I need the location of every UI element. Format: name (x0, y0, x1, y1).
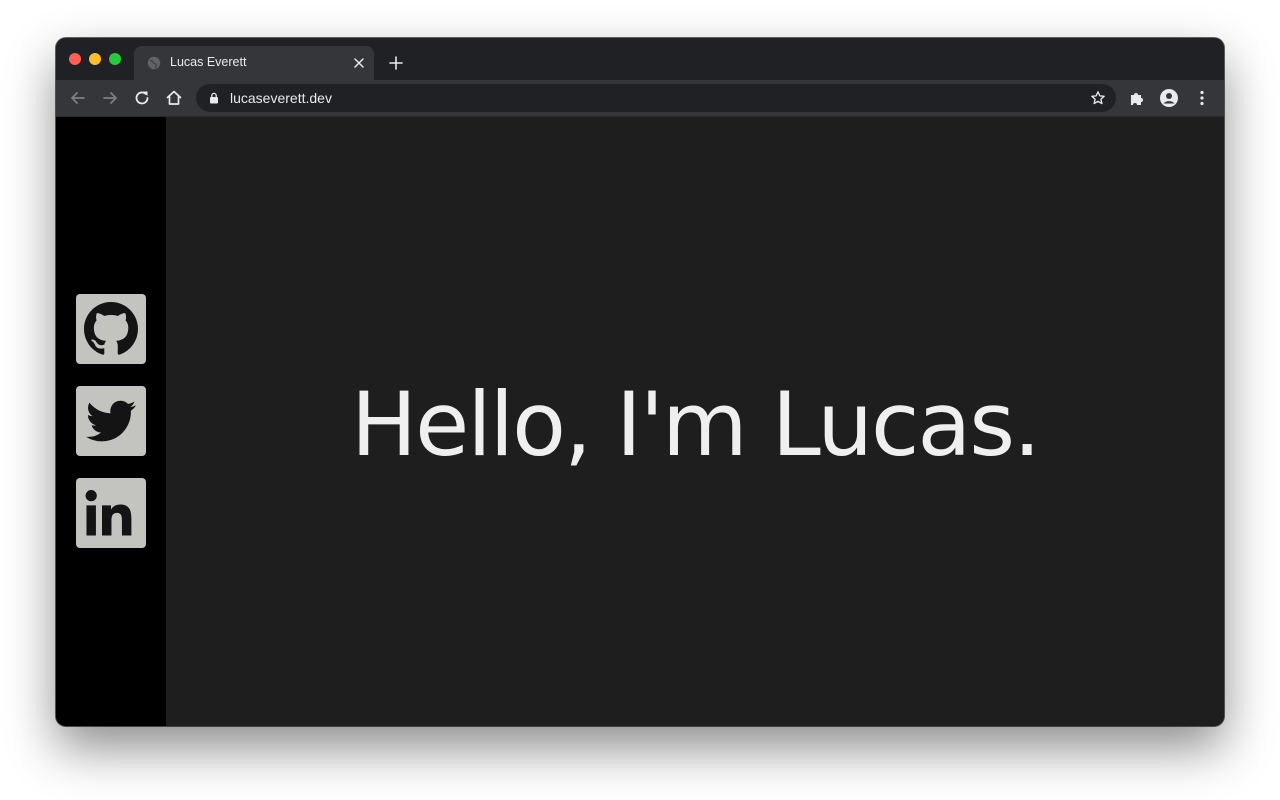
social-sidebar (56, 117, 166, 726)
browser-toolbar: lucaseverett.dev (56, 80, 1224, 117)
maximize-window-button[interactable] (109, 53, 121, 65)
close-window-button[interactable] (69, 53, 81, 65)
tab-title: Lucas Everett (170, 55, 247, 69)
twitter-link[interactable] (76, 386, 146, 456)
github-icon (84, 302, 138, 355)
lock-icon (210, 92, 218, 104)
tab-strip: Lucas Everett (56, 38, 1224, 80)
new-tab-icon[interactable] (388, 55, 404, 71)
twitter-icon (86, 400, 136, 442)
globe-icon (147, 56, 161, 70)
browser-tab[interactable]: Lucas Everett (134, 46, 374, 80)
minimize-window-button[interactable] (89, 53, 101, 65)
linkedin-icon (85, 490, 132, 536)
page-content: Hello, I'm Lucas. (56, 117, 1224, 726)
profile-avatar-icon[interactable] (1159, 88, 1179, 108)
url-text: lucaseverett.dev (230, 90, 332, 106)
extensions-puzzle-icon[interactable] (1127, 88, 1147, 108)
address-bar[interactable]: lucaseverett.dev (196, 84, 1116, 112)
linkedin-link[interactable] (76, 478, 146, 548)
home-icon[interactable] (164, 88, 184, 108)
bookmark-star-icon[interactable] (1090, 90, 1106, 106)
back-arrow-icon[interactable] (68, 88, 88, 108)
hero-heading: Hello, I'm Lucas. (350, 373, 1041, 476)
close-tab-icon[interactable] (352, 56, 366, 70)
hero-section: Hello, I'm Lucas. (166, 117, 1224, 726)
github-link[interactable] (76, 294, 146, 364)
browser-window: Lucas Everett lucaseverett.dev Hello, I'… (56, 38, 1224, 726)
reload-icon[interactable] (132, 88, 152, 108)
forward-arrow-icon[interactable] (100, 88, 120, 108)
more-menu-icon[interactable] (1192, 88, 1212, 108)
